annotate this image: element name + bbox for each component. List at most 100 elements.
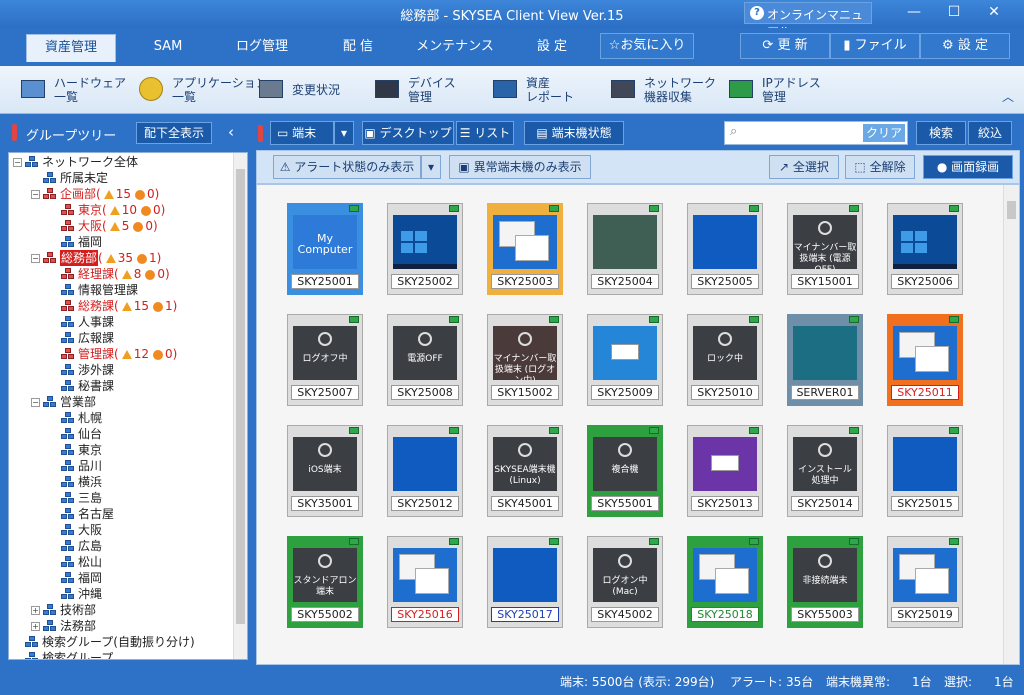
ribbon-network-collection[interactable]: ネットワーク 機器収集 <box>608 74 716 106</box>
collapse-icon[interactable]: − <box>31 189 40 199</box>
tab-settings[interactable]: 設 定 <box>512 34 592 62</box>
tab-distribution[interactable]: 配 信 <box>318 34 398 62</box>
tree-node[interactable]: 東京(10 0) <box>61 202 165 218</box>
show-all-descendants-button[interactable]: 配下全表示 <box>136 122 212 144</box>
terminal-tile[interactable]: ロック中 SKY25010 <box>687 314 763 406</box>
tree-node[interactable]: 総務課(15 1) <box>61 298 177 314</box>
ribbon-hardware-list[interactable]: ハードウェア 一覧 <box>18 74 126 106</box>
alert-only-button[interactable]: ⚠ アラート状態のみ表示 <box>273 155 421 179</box>
terminal-tile[interactable]: マイナンバー取扱端末 (電源OFF) SKY15001 <box>787 203 863 295</box>
terminal-tile[interactable]: SKY25004 <box>587 203 663 295</box>
tree-node[interactable]: 所属未定 <box>43 170 108 186</box>
tree-scrollbar[interactable] <box>233 153 247 659</box>
alert-only-dropdown[interactable]: ▾ <box>421 155 441 179</box>
terminal-status-button[interactable]: ▤ 端末機状態 <box>524 121 624 145</box>
screen-record-button[interactable]: ● 画面録画 <box>923 155 1013 179</box>
tree-node[interactable]: + 法務部 <box>31 618 96 634</box>
terminal-tile[interactable]: SKY25017 <box>487 536 563 628</box>
terminal-tile[interactable]: My Computer SKY25001 <box>287 203 363 295</box>
filter-button[interactable]: 絞込 <box>968 121 1012 145</box>
tree-node[interactable]: − 営業部 <box>31 394 96 410</box>
tree-node[interactable]: 松山 <box>61 554 102 570</box>
tree-node[interactable]: − 企画部(15 0) <box>31 186 159 202</box>
refresh-button[interactable]: ⟳ 更 新 <box>740 33 830 59</box>
ribbon-application-list[interactable]: アプリケーション 一覧 <box>136 74 268 106</box>
deselect-all-button[interactable]: ⬚ 全解除 <box>845 155 915 179</box>
tree-node[interactable]: 秘書課 <box>61 378 114 394</box>
terminal-tile[interactable]: SKY25011 <box>887 314 963 406</box>
tree-node[interactable]: 広島 <box>61 538 102 554</box>
collapse-ribbon-icon[interactable]: ︿ <box>1002 88 1014 105</box>
tree-node[interactable]: 経理課(8 0) <box>61 266 170 282</box>
ribbon-asset-report[interactable]: 資産 レポート <box>490 74 574 106</box>
maximize-button[interactable]: ☐ <box>940 4 968 20</box>
favorites-button[interactable]: ☆お気に入り <box>600 33 694 59</box>
ribbon-ip-address-management[interactable]: IPアドレス 管理 <box>726 74 821 106</box>
terminal-tile[interactable]: SKY25013 <box>687 425 763 517</box>
terminal-tile[interactable]: インストール 処理中 SKY25014 <box>787 425 863 517</box>
tree-node[interactable]: 大阪 <box>61 522 102 538</box>
terminal-dropdown-arrow[interactable]: ▾ <box>334 121 354 145</box>
tree-node[interactable]: 仙台 <box>61 426 102 442</box>
tree-node[interactable]: 三島 <box>61 490 102 506</box>
tree-node[interactable]: 人事課 <box>61 314 114 330</box>
terminal-tile[interactable]: ログオン中 (Mac) SKY45002 <box>587 536 663 628</box>
online-manual-button[interactable]: ?オンラインマニュアル <box>744 2 872 39</box>
expand-icon[interactable]: + <box>31 621 40 631</box>
collapse-panel-icon[interactable]: ‹ <box>228 123 234 141</box>
terminal-tile[interactable]: スタンドアロン 端末 SKY55002 <box>287 536 363 628</box>
clear-button[interactable]: クリア <box>863 124 905 142</box>
tree-node[interactable]: 広報課 <box>61 330 114 346</box>
select-all-button[interactable]: ↗ 全選択 <box>769 155 839 179</box>
close-button[interactable]: ✕ <box>980 4 1008 20</box>
terminal-tile[interactable]: 電源OFF SKY25008 <box>387 314 463 406</box>
terminal-tile[interactable]: SKYSEA端末機 (Linux) SKY45001 <box>487 425 563 517</box>
tree-node[interactable]: 横浜 <box>61 474 102 490</box>
collapse-icon[interactable]: − <box>13 157 22 167</box>
tree-node[interactable]: 福岡 <box>61 570 102 586</box>
list-view-button[interactable]: ☰ リスト <box>456 121 514 145</box>
terminal-tile[interactable]: iOS端末 SKY35001 <box>287 425 363 517</box>
terminal-tile[interactable]: SKY25018 <box>687 536 763 628</box>
terminal-tile[interactable]: SKY25015 <box>887 425 963 517</box>
terminal-tile[interactable]: SKY25019 <box>887 536 963 628</box>
collapse-icon[interactable]: − <box>31 397 40 407</box>
desktop-view-button[interactable]: ▣ デスクトップ <box>362 121 454 145</box>
tab-asset-management[interactable]: 資産管理 <box>26 34 116 62</box>
tab-maintenance[interactable]: メンテナンス <box>410 34 500 62</box>
tree-node[interactable]: 大阪(5 0) <box>61 218 158 234</box>
tree-node[interactable]: 検索グループ(自動振り分け) <box>25 634 195 650</box>
collapse-icon[interactable]: − <box>31 253 40 263</box>
ribbon-change-status[interactable]: 変更状況 <box>256 74 340 106</box>
tree-node[interactable]: 東京 <box>61 442 102 458</box>
terminal-tile[interactable]: SKY25012 <box>387 425 463 517</box>
minimize-button[interactable]: — <box>900 4 928 20</box>
tree-node[interactable]: − ネットワーク全体 <box>13 154 138 170</box>
abnormal-only-button[interactable]: ▣ 異常端末機のみ表示 <box>449 155 591 179</box>
search-box[interactable]: ⌕ クリア <box>724 121 908 145</box>
terminal-tile[interactable]: SKY25003 <box>487 203 563 295</box>
settings-button[interactable]: ⚙ 設 定 <box>920 33 1010 59</box>
terminal-tile[interactable]: SKY25009 <box>587 314 663 406</box>
terminal-tile[interactable]: SERVER01 <box>787 314 863 406</box>
tree-node[interactable]: 渉外課 <box>61 362 114 378</box>
terminal-tile[interactable]: 複合機 SKY55001 <box>587 425 663 517</box>
search-button[interactable]: 検索 <box>916 121 966 145</box>
tree-node[interactable]: 沖縄 <box>61 586 102 602</box>
terminal-tile[interactable]: SKY25002 <box>387 203 463 295</box>
terminal-tile[interactable]: ログオフ中 SKY25007 <box>287 314 363 406</box>
tree-node[interactable]: + 技術部 <box>31 602 96 618</box>
tree-node[interactable]: 管理課(12 0) <box>61 346 177 362</box>
terminal-tile[interactable]: 非接続端末 SKY55003 <box>787 536 863 628</box>
grid-scrollbar[interactable] <box>1003 185 1019 664</box>
expand-icon[interactable]: + <box>31 605 40 615</box>
tree-node[interactable]: 検索グループ <box>25 650 113 659</box>
terminal-dropdown[interactable]: ▭ 端末 <box>270 121 334 145</box>
tree-node[interactable]: 福岡 <box>61 234 102 250</box>
terminal-tile[interactable]: SKY25006 <box>887 203 963 295</box>
tree-node[interactable]: − 総務部(35 1) <box>31 250 161 266</box>
tab-log-management[interactable]: ログ管理 <box>220 34 304 62</box>
file-button[interactable]: ▮ ファイル <box>830 33 920 59</box>
tree-node[interactable]: 札幌 <box>61 410 102 426</box>
tree-node[interactable]: 名古屋 <box>61 506 114 522</box>
